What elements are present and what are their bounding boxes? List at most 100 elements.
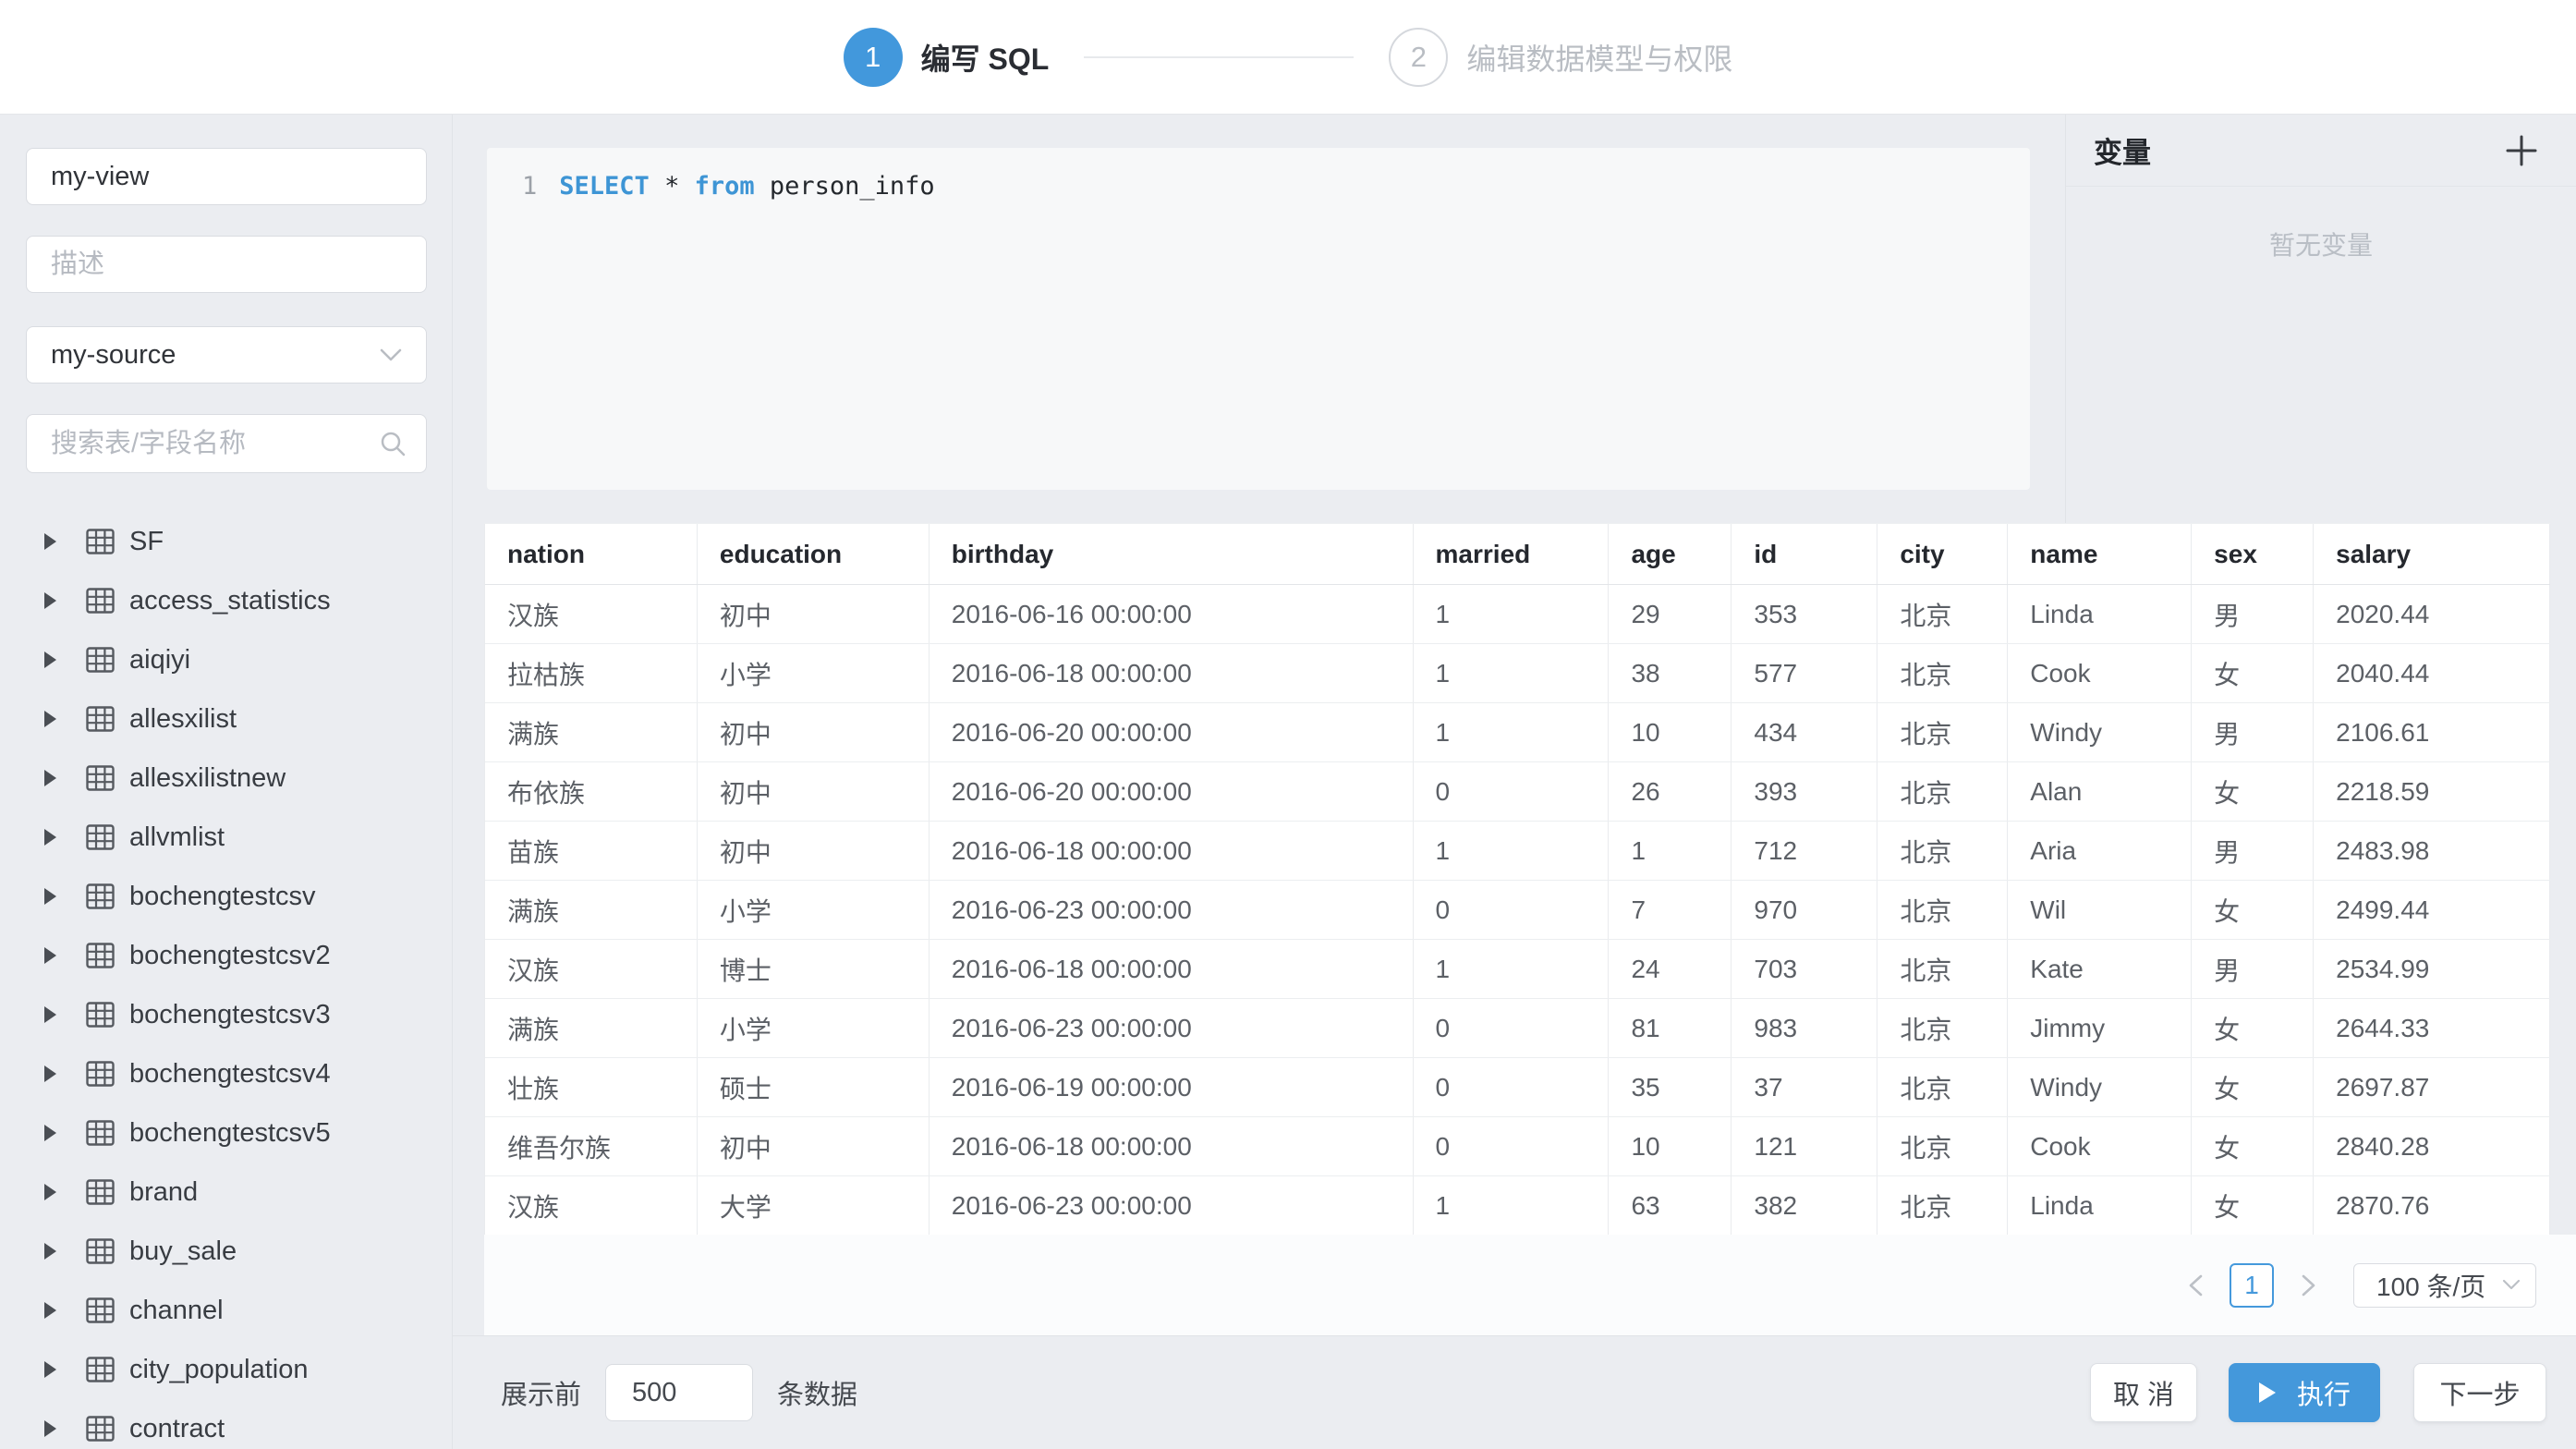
table-cell: 2016-06-23 00:00:00 (930, 1176, 1414, 1235)
step-2-label: 编辑数据模型与权限 (1466, 36, 1732, 79)
row-limit-input[interactable] (605, 1364, 753, 1421)
page-size-value: 100 条/页 (2376, 1267, 2485, 1304)
table-grid-icon (86, 588, 115, 614)
table-cell: 男 (2192, 940, 2314, 998)
variables-panel-header: 变量 (2066, 115, 2576, 187)
expand-arrow-icon[interactable] (44, 1184, 56, 1200)
table-tree-item[interactable]: allvmlist (0, 808, 453, 867)
table-cell: 0 (1414, 1058, 1610, 1116)
expand-arrow-icon[interactable] (44, 1065, 56, 1082)
table-cell: 382 (1732, 1176, 1877, 1235)
table-cell: Windy (2008, 1058, 2192, 1116)
next-page-button[interactable] (2287, 1273, 2329, 1297)
expand-arrow-icon[interactable] (44, 1302, 56, 1319)
description-input[interactable] (26, 236, 427, 293)
table-cell: 26 (1609, 762, 1732, 821)
table-tree-item[interactable]: buy_sale (0, 1222, 453, 1281)
table-tree-label: contract (129, 1414, 225, 1444)
table-cell: 983 (1732, 999, 1877, 1057)
table-cell: 970 (1732, 881, 1877, 939)
table-tree-label: bochengtestcsv5 (129, 1118, 331, 1149)
expand-arrow-icon[interactable] (44, 711, 56, 727)
table-tree-item[interactable]: contract (0, 1399, 453, 1449)
column-header: sex (2192, 524, 2314, 584)
table-tree-item[interactable]: access_statistics (0, 571, 453, 630)
play-icon (2258, 1382, 2277, 1404)
table-cell: 北京 (1877, 762, 2008, 821)
table-cell: Linda (2008, 1176, 2192, 1235)
table-tree-item[interactable]: allesxilistnew (0, 749, 453, 808)
expand-arrow-icon[interactable] (44, 651, 56, 668)
sql-token: * (650, 172, 695, 201)
table-tree-item[interactable]: bochengtestcsv5 (0, 1103, 453, 1163)
expand-arrow-icon[interactable] (44, 888, 56, 905)
table-cell: 小学 (698, 881, 930, 939)
limit-suffix-label: 条数据 (777, 1373, 857, 1412)
table-cell: 10 (1609, 703, 1732, 761)
results-table: nation education birthday married age id… (484, 523, 2550, 1236)
cancel-button[interactable]: 取 消 (2090, 1363, 2197, 1422)
column-header: married (1414, 524, 1610, 584)
table-cell: 北京 (1877, 822, 2008, 880)
table-cell: 小学 (698, 644, 930, 702)
table-cell: 353 (1732, 585, 1877, 643)
table-tree-item[interactable]: city_population (0, 1340, 453, 1399)
expand-arrow-icon[interactable] (44, 1420, 56, 1437)
table-tree-label: brand (129, 1177, 198, 1208)
table-grid-icon (86, 529, 115, 554)
table-tree-item[interactable]: bochengtestcsv2 (0, 926, 453, 985)
table-cell: 81 (1609, 999, 1732, 1057)
expand-arrow-icon[interactable] (44, 592, 56, 609)
expand-arrow-icon[interactable] (44, 1125, 56, 1141)
table-cell: 女 (2192, 1176, 2314, 1235)
table-tree-item[interactable]: bochengtestcsv4 (0, 1044, 453, 1103)
table-cell: 女 (2192, 999, 2314, 1057)
table-cell: 北京 (1877, 881, 2008, 939)
table-cell: 女 (2192, 1058, 2314, 1116)
table-cell: 2016-06-23 00:00:00 (930, 999, 1414, 1057)
table-cell: 2016-06-19 00:00:00 (930, 1058, 1414, 1116)
table-cell: 35 (1609, 1058, 1732, 1116)
search-icon (379, 430, 407, 457)
table-tree-item[interactable]: aiqiyi (0, 630, 453, 689)
table-cell: 38 (1609, 644, 1732, 702)
table-row: 满族 小学 2016-06-23 00:00:00 0 81 983 北京 Ji… (485, 999, 2550, 1058)
sql-editor[interactable]: 1 SELECT * from person_info (487, 148, 2030, 490)
expand-arrow-icon[interactable] (44, 1006, 56, 1023)
table-search-input[interactable] (26, 414, 427, 473)
expand-arrow-icon[interactable] (44, 1243, 56, 1260)
page-number-button[interactable]: 1 (2230, 1263, 2274, 1308)
table-tree-item[interactable]: bochengtestcsv (0, 867, 453, 926)
table-tree-item[interactable]: SF (0, 512, 453, 571)
table-tree-label: city_population (129, 1355, 308, 1385)
page-size-select[interactable]: 100 条/页 (2353, 1263, 2536, 1308)
table-cell: 24 (1609, 940, 1732, 998)
view-name-input[interactable] (26, 148, 427, 205)
table-tree-item[interactable]: allesxilist (0, 689, 453, 749)
previous-page-button[interactable] (2174, 1273, 2217, 1297)
table-grid-icon (86, 1238, 115, 1264)
table-tree-item[interactable]: channel (0, 1281, 453, 1340)
expand-arrow-icon[interactable] (44, 770, 56, 786)
step-1-label: 编写 SQL (921, 36, 1050, 79)
table-cell: 577 (1732, 644, 1877, 702)
next-step-button[interactable]: 下一步 (2413, 1363, 2546, 1422)
table-cell: 1 (1414, 644, 1610, 702)
table-cell: 维吾尔族 (485, 1117, 698, 1175)
table-cell: 男 (2192, 585, 2314, 643)
expand-arrow-icon[interactable] (44, 1361, 56, 1378)
column-header: id (1732, 524, 1877, 584)
sql-token: person_info (755, 172, 935, 201)
expand-arrow-icon[interactable] (44, 947, 56, 964)
table-row: 维吾尔族 初中 2016-06-18 00:00:00 0 10 121 北京 … (485, 1117, 2550, 1176)
run-button[interactable]: 执行 (2229, 1363, 2380, 1422)
table-cell: 2106.61 (2314, 703, 2550, 761)
table-tree-item[interactable]: bochengtestcsv3 (0, 985, 453, 1044)
expand-arrow-icon[interactable] (44, 829, 56, 846)
add-variable-button[interactable] (2504, 133, 2539, 168)
table-cell: 北京 (1877, 585, 2008, 643)
table-cell: 北京 (1877, 999, 2008, 1057)
datasource-select[interactable]: my-source (26, 326, 427, 384)
table-tree-item[interactable]: brand (0, 1163, 453, 1222)
expand-arrow-icon[interactable] (44, 533, 56, 550)
